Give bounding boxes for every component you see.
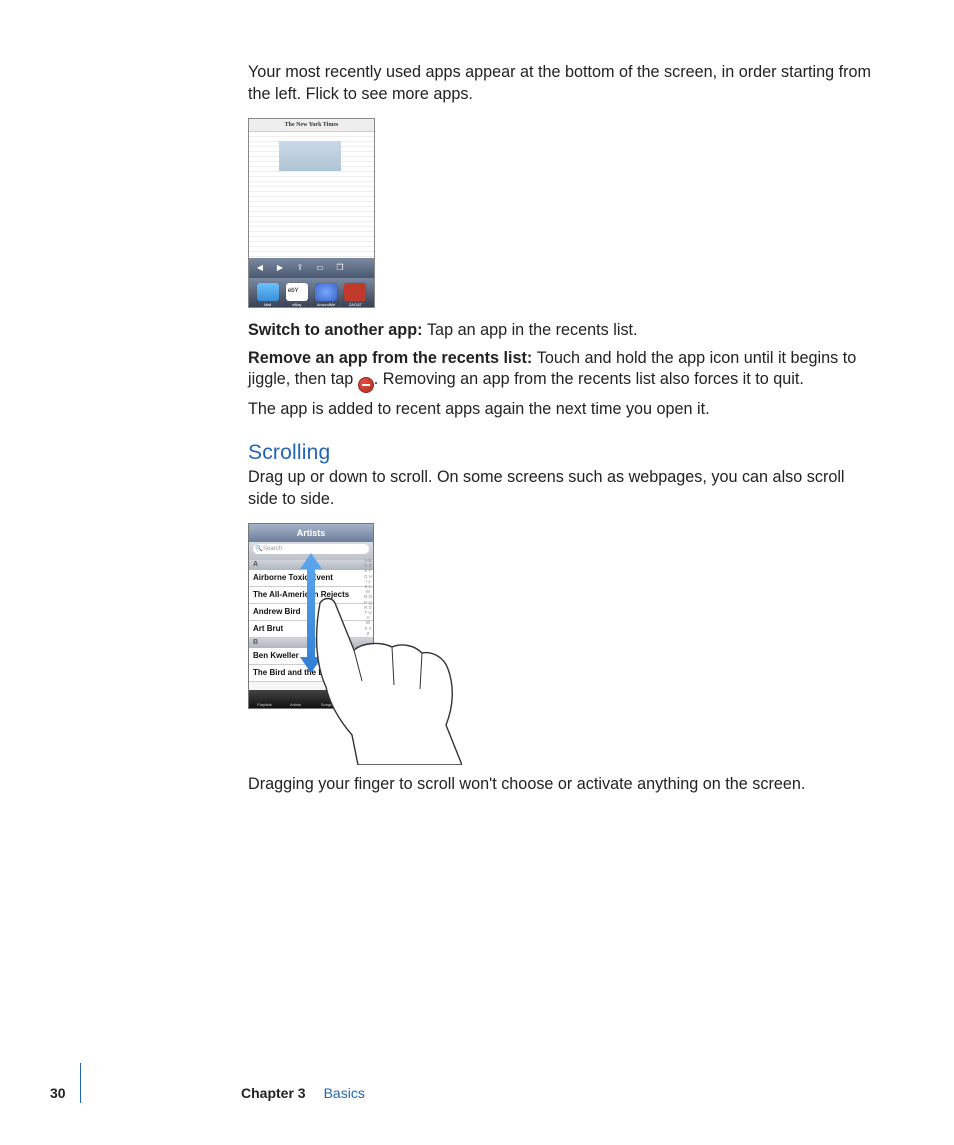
- switch-app-text: Tap an app in the recents list.: [427, 321, 638, 339]
- pages-icon: ❐: [335, 263, 345, 273]
- section-a-header: A: [249, 560, 373, 570]
- forward-icon: ▶: [275, 263, 285, 273]
- search-field: Search: [253, 544, 369, 554]
- tab-playlists: Playlists: [249, 690, 280, 708]
- scrolling-intro: Drag up or down to scroll. On some scree…: [248, 467, 876, 511]
- page-content: Your most recently used apps appear at t…: [248, 62, 876, 802]
- chapter-name: Basics: [324, 1085, 365, 1101]
- footer-rule: [80, 1063, 81, 1103]
- scrolling-heading: Scrolling: [248, 441, 876, 465]
- dock-app-zagat: ZAGAT: [344, 283, 366, 307]
- dock-app-mail: Mail: [257, 283, 279, 307]
- artists-navbar: Artists: [249, 524, 373, 542]
- back-icon: ◀: [255, 263, 265, 273]
- nyt-body: [249, 132, 374, 258]
- dock-app-ebay: eBay: [286, 283, 308, 307]
- nyt-hero-image: [279, 141, 341, 171]
- chapter-label: Chapter 3: [241, 1085, 306, 1101]
- figure-scrolling: Artists Search A Airborne Toxic Event Th…: [248, 523, 458, 758]
- remove-app-paragraph: Remove an app from the recents list: Tou…: [248, 348, 876, 394]
- hand-illustration: [302, 595, 462, 765]
- bookmarks-icon: ▭: [315, 263, 325, 273]
- share-icon: ⇪: [295, 263, 305, 273]
- intro-paragraph: Your most recently used apps appear at t…: [248, 62, 876, 106]
- page-number: 30: [50, 1085, 80, 1101]
- figure-recents-screenshot: The New York Times ◀ ▶ ⇪ ▭ ❐ Mail eBay A…: [248, 118, 375, 308]
- artist-row: Airborne Toxic Event: [249, 570, 373, 587]
- remove-app-text-b: . Removing an app from the recents list …: [374, 370, 804, 388]
- search-bar: Search: [249, 542, 373, 560]
- readded-paragraph: The app is added to recent apps again th…: [248, 399, 876, 421]
- nyt-masthead: The New York Times: [249, 119, 374, 132]
- remove-app-label: Remove an app from the recents list:: [248, 349, 537, 367]
- minus-icon: [358, 377, 374, 393]
- scrolling-note: Dragging your finger to scroll won't cho…: [248, 774, 876, 796]
- safari-toolbar: ◀ ▶ ⇪ ▭ ❐: [249, 258, 374, 278]
- page-footer: 30 Chapter 3 Basics: [50, 1077, 900, 1109]
- switch-app-label: Switch to another app:: [248, 321, 427, 339]
- switch-app-paragraph: Switch to another app: Tap an app in the…: [248, 320, 876, 342]
- dock-app-aroundme: AroundMe: [315, 283, 337, 307]
- recents-dock: Mail eBay AroundMe ZAGAT: [249, 278, 374, 308]
